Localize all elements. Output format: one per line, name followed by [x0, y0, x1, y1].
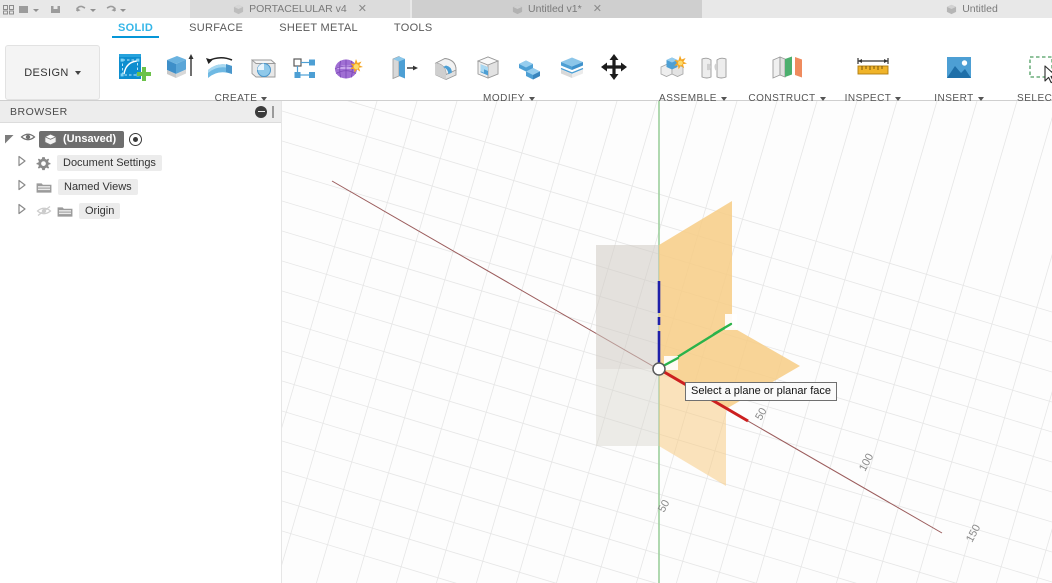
create-form-tool[interactable]	[326, 45, 366, 89]
chevron-down-icon	[720, 96, 727, 101]
origin-point	[652, 362, 666, 376]
tree-item-label: Document Settings	[57, 155, 162, 171]
component-cube-icon	[946, 4, 957, 15]
document-tab-1[interactable]: PORTACELULAR v4 ✕	[190, 0, 410, 18]
chevron-down-icon	[977, 96, 984, 101]
component-cube-icon	[43, 133, 58, 146]
component-cube-icon	[233, 4, 244, 15]
extrude-tool[interactable]	[158, 45, 198, 89]
expand-arrow-icon[interactable]	[4, 134, 18, 145]
browser-tree: (Unsaved) Document Settings Named Views …	[0, 123, 281, 223]
document-tab-label: Untitled v1*	[528, 3, 582, 15]
viewport-canvas[interactable]: 50 100 150 50 Select a plane or planar f…	[282, 101, 1052, 583]
document-tab-label: Untitled	[962, 3, 998, 15]
file-dropdown-caret[interactable]	[32, 3, 39, 16]
fusion360-window: PORTACELULAR v4 ✕ Untitled v1* ✕ Untitle…	[0, 0, 1052, 583]
tree-item-label: Origin	[79, 203, 121, 219]
activate-component-radio[interactable]	[129, 132, 143, 146]
browser-panel: BROWSER (Unsaved) Document Settings Name…	[0, 101, 282, 583]
save-icon[interactable]	[49, 3, 62, 16]
new-component-tool[interactable]	[652, 45, 692, 89]
root-component-row[interactable]: (Unsaved)	[39, 130, 125, 148]
gear-icon	[36, 156, 51, 171]
expand-triangle-icon[interactable]	[16, 203, 32, 219]
file-icon[interactable]	[17, 3, 30, 16]
yz-plane	[596, 245, 659, 369]
chevron-down-icon	[261, 96, 268, 101]
select-tool[interactable]	[1020, 45, 1052, 89]
expand-triangle-icon[interactable]	[16, 179, 32, 195]
root-component-label: (Unsaved)	[63, 133, 117, 145]
measure-tool[interactable]	[850, 45, 896, 89]
document-tab-label: PORTACELULAR v4	[249, 3, 347, 15]
pattern-tool[interactable]	[284, 45, 324, 89]
insert-canvas-tool[interactable]	[936, 45, 982, 89]
panel-resize-grip[interactable]	[272, 105, 274, 118]
ribbon: SOLID SURFACE SHEET METAL TOOLS DESIGN C…	[0, 18, 1052, 104]
document-tab-3[interactable]: Untitled	[892, 0, 1052, 18]
chevron-down-icon	[74, 70, 81, 75]
tree-row-origin[interactable]: Origin	[0, 199, 281, 223]
browser-title: BROWSER	[10, 105, 68, 118]
redo-icon[interactable]	[104, 3, 117, 16]
viewport-3d-scene[interactable]: 50 100 150 50	[282, 101, 1052, 583]
ribbon-tab-bar: SOLID SURFACE SHEET METAL TOOLS	[100, 18, 450, 38]
undo-dropdown-caret[interactable]	[89, 3, 96, 16]
yz-plane-lower	[596, 369, 659, 446]
ribbon-tab-solid[interactable]: SOLID	[100, 20, 171, 38]
collapse-icon[interactable]	[255, 105, 267, 118]
workspace-label: DESIGN	[24, 66, 69, 79]
undo-icon[interactable]	[74, 3, 87, 16]
fillet-tool[interactable]	[426, 45, 466, 89]
component-cube-icon	[512, 4, 523, 15]
tree-item-label: Named Views	[58, 179, 138, 195]
chevron-down-icon	[819, 96, 826, 101]
move-copy-tool[interactable]	[594, 45, 634, 89]
quick-access-toolbar	[0, 0, 130, 18]
browser-header: BROWSER	[0, 101, 281, 123]
close-icon[interactable]: ✕	[593, 3, 602, 15]
expand-triangle-icon[interactable]	[16, 155, 32, 171]
ribbon-tab-sheet-metal[interactable]: SHEET METAL	[261, 20, 376, 37]
folder-icon	[57, 205, 73, 218]
offset-plane-tool[interactable]	[764, 45, 810, 89]
create-sketch-tool[interactable]	[116, 45, 156, 89]
viewport-tooltip: Select a plane or planar face	[685, 382, 838, 402]
sweep-tool[interactable]	[242, 45, 282, 89]
chevron-down-icon	[895, 96, 902, 101]
press-pull-tool[interactable]	[384, 45, 424, 89]
workspace-switcher[interactable]: DESIGN	[5, 45, 100, 100]
revolve-tool[interactable]	[200, 45, 240, 89]
document-tab-2[interactable]: Untitled v1* ✕	[412, 0, 702, 18]
redo-dropdown-caret[interactable]	[119, 3, 126, 16]
tree-row-document-settings[interactable]: Document Settings	[0, 151, 281, 175]
ribbon-tab-surface[interactable]: SURFACE	[171, 20, 261, 37]
combine-tool[interactable]	[510, 45, 550, 89]
joint-tool[interactable]	[694, 45, 734, 89]
shell-tool[interactable]	[468, 45, 508, 89]
visibility-eye-icon[interactable]	[20, 131, 36, 147]
close-icon[interactable]: ✕	[358, 3, 367, 15]
title-bar: PORTACELULAR v4 ✕ Untitled v1* ✕ Untitle…	[0, 0, 1052, 18]
visibility-hidden-eye-icon[interactable]	[36, 205, 52, 217]
grid-icon[interactable]	[2, 3, 15, 16]
tree-row-named-views[interactable]: Named Views	[0, 175, 281, 199]
split-body-tool[interactable]	[552, 45, 592, 89]
chevron-down-icon	[528, 96, 535, 101]
tree-row-root[interactable]: (Unsaved)	[0, 127, 281, 151]
folder-icon	[36, 181, 52, 194]
ribbon-tab-tools[interactable]: TOOLS	[376, 20, 451, 37]
